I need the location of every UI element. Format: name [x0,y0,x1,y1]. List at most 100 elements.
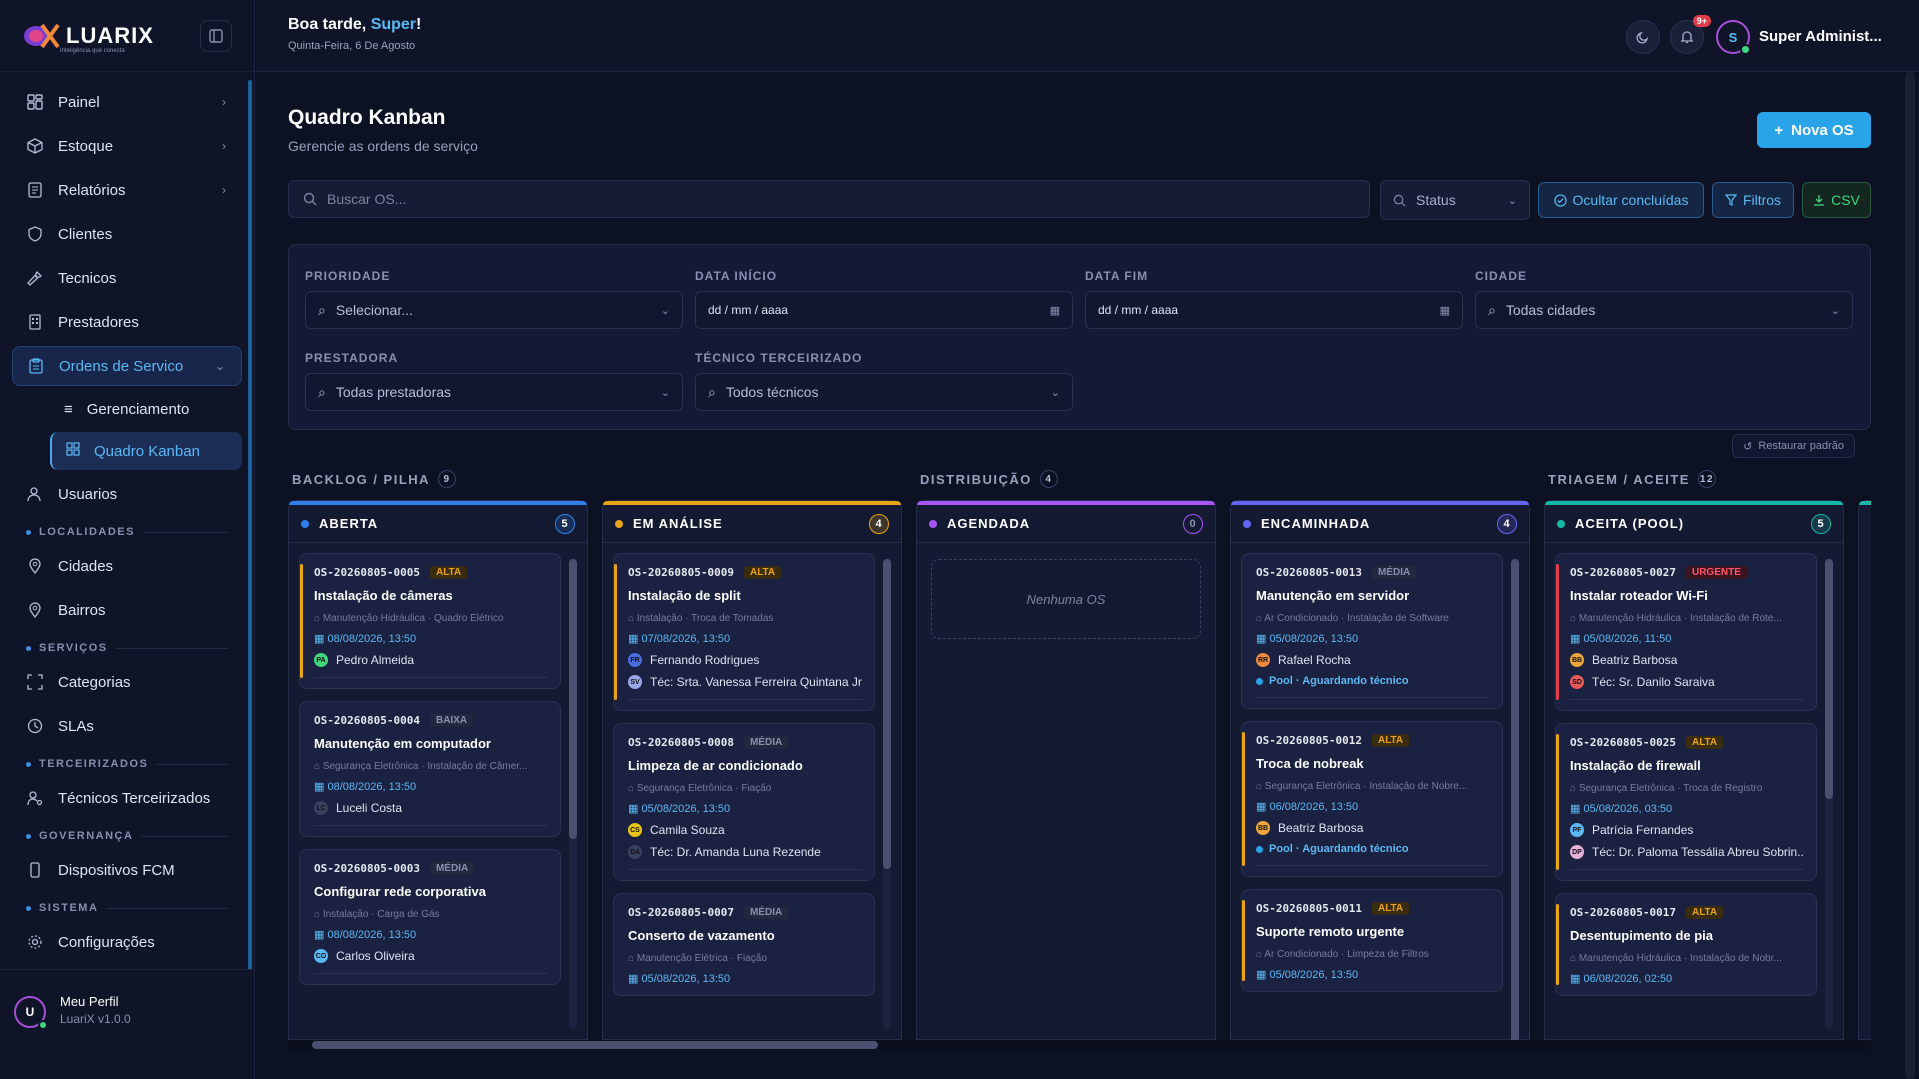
sidebar-subitem-quadro-kanban[interactable]: Quadro Kanban [50,432,242,470]
scrollbar-thumb[interactable] [569,559,577,839]
column-status-dot [929,519,937,528]
client-avatar: CS [628,823,642,837]
notifications-button[interactable]: 9+ [1670,15,1711,54]
sidebar-item-painel[interactable]: Painel › [12,82,242,122]
sidebar-item-cidades[interactable]: Cidades [12,546,242,586]
sidebar-item-usuarios[interactable]: Usuarios [12,474,242,514]
hide-completed-toggle[interactable]: Ocultar concluídas [1538,182,1704,218]
data-fim-input[interactable]: dd / mm / aaaa ▦ [1085,291,1463,329]
os-card[interactable]: OS-20260805-0008 MÉDIA Limpeza de ar con… [613,723,875,881]
board-horizontal-scrollbar[interactable] [288,1040,1871,1050]
column-scrollbar[interactable] [883,559,891,1029]
priority-badge: MÉDIA [743,736,789,749]
sidebar-item-estoque[interactable]: Estoque › [12,126,242,166]
theme-toggle-button[interactable] [1626,20,1660,54]
calendar-icon[interactable]: ▦ [1050,304,1060,317]
scrollbar-thumb[interactable] [883,559,891,869]
sidebar-item-configuracoes[interactable]: Configurações [12,922,242,962]
os-card[interactable]: OS-20260805-0004 BAIXA Manutenção em com… [299,701,561,837]
kanban-icon [66,442,80,460]
os-card[interactable]: OS-20260805-0005 ALTA Instalação de câme… [299,553,561,689]
kanban-column: ACEITA (POOL) 5 OS-20260805-0027 URGENTE… [1544,500,1844,1040]
restore-default-button[interactable]: ↺ Restaurar padrão [1732,434,1855,458]
os-card[interactable]: OS-20260805-0009 ALTA Instalação de spli… [613,553,875,711]
column-scrollbar[interactable] [569,559,577,1029]
os-title: Manutenção em computador [314,736,491,751]
priority-badge: ALTA [1685,906,1724,919]
prestadora-select[interactable]: ⌕ Todas prestadoras ⌄ [305,373,683,411]
chevron-right-icon: › [222,139,226,153]
user-name[interactable]: Super Administ... [1759,28,1882,45]
sidebar-scrollbar[interactable] [248,80,252,1030]
check-circle-icon [1553,193,1567,207]
scrollbar-thumb[interactable] [1825,559,1833,799]
column-header: ACEITA (POOL) 5 [1545,505,1843,543]
current-date: Quinta-Feira, 6 De Agosto [288,40,416,52]
client-name: Luceli Costa [336,801,403,815]
brain-logo-icon [22,21,60,51]
search-input[interactable] [327,191,1227,207]
sidebar-item-label: Técnicos Terceirizados [58,789,211,807]
os-card[interactable]: OS-20260805-0012 ALTA Troca de nobreak ⌂… [1241,721,1503,877]
os-card[interactable]: OS-20260805-0027 URGENTE Instalar rotead… [1555,553,1817,711]
sidebar-item-prestadores[interactable]: Prestadores [12,302,242,342]
empty-column-placeholder: Nenhuma OS [931,559,1201,639]
scrollbar-thumb[interactable] [312,1041,878,1049]
os-card[interactable]: OS-20260805-0013 MÉDIA Manutenção em ser… [1241,553,1503,709]
priority-badge: ALTA [1371,734,1410,747]
calendar-icon: ▦ [1256,969,1270,981]
page-scrollbar[interactable] [1905,72,1915,1079]
scrollbar-thumb[interactable] [1905,72,1915,1079]
priority-accent-bar [1242,564,1245,698]
sidebar-item-tecnicos-terceirizados[interactable]: Técnicos Terceirizados [12,778,242,818]
column-count: 5 [1811,513,1831,534]
sidebar-item-slas[interactable]: SLAs [12,706,242,746]
profile-section[interactable]: U Meu Perfil LuariX v1.0.0 [0,969,254,1079]
sidebar-subitem-gerenciamento[interactable]: ≡ Gerenciamento [50,390,242,428]
sidebar-item-bairros[interactable]: Bairros [12,590,242,630]
data-inicio-input[interactable]: dd / mm / aaaa ▦ [695,291,1073,329]
logo-tagline: Inteligência que conecta [60,48,125,54]
sidebar-item-clientes[interactable]: Clientes [12,214,242,254]
search-bar[interactable] [288,180,1370,218]
priority-accent-bar [614,564,617,700]
sidebar-item-tecnicos[interactable]: Tecnicos [12,258,242,298]
collapse-sidebar-button[interactable] [200,19,232,52]
sidebar-item-dispositivos-fcm[interactable]: Dispositivos FCM [12,850,242,890]
os-card[interactable]: OS-20260805-0003 MÉDIA Configurar rede c… [299,849,561,985]
filter-label-prioridade: PRIORIDADE [305,269,391,283]
app-logo[interactable]: LUARIX [22,21,154,51]
filters-button[interactable]: Filtros [1712,182,1794,218]
sidebar-item-relatorios[interactable]: Relatórios › [12,170,242,210]
cidade-select[interactable]: ⌕ Todas cidades ⌄ [1475,291,1853,329]
os-tags: ⌂ Instalação · Troca de Tomadas [628,613,774,624]
client-name: Pedro Almeida [336,653,415,667]
client-name: Carlos Oliveira [336,949,415,963]
os-id: OS-20260805-0013 [1256,566,1362,579]
client-name: Beatriz Barbosa [1592,653,1678,667]
shield-icon [26,225,44,243]
sidebar-subitem-label: Quadro Kanban [94,442,200,460]
column-scrollbar[interactable] [1825,559,1833,1029]
os-tags: ⌂ Segurança Eletrônica · Instalação de N… [1256,781,1468,792]
new-os-button[interactable]: + Nova OS [1757,112,1871,148]
os-card[interactable]: OS-20260805-0007 MÉDIA Conserto de vazam… [613,893,875,996]
scrollbar-thumb[interactable] [1511,559,1519,1040]
os-tags: ⌂ Manutenção Elétrica · Fiação [628,953,767,964]
calendar-icon[interactable]: ▦ [1440,304,1450,317]
os-card[interactable]: OS-20260805-0011 ALTA Suporte remoto urg… [1241,889,1503,992]
os-card[interactable]: OS-20260805-0017 ALTA Desentupimento de … [1555,893,1817,996]
os-id-row: OS-20260805-0004 BAIXA [314,714,548,727]
sidebar-item-ordens-servico[interactable]: Ordens de Servico ⌄ [12,346,242,386]
prioridade-select[interactable]: ⌕ Selecionar... ⌄ [305,291,683,329]
sidebar-item-categorias[interactable]: Categorias [12,662,242,702]
column-scrollbar[interactable] [1511,559,1519,1040]
csv-export-button[interactable]: CSV [1802,182,1871,218]
status-select[interactable]: Status ⌄ [1380,180,1530,220]
tecnico-select[interactable]: ⌕ Todos técnicos ⌄ [695,373,1073,411]
column-status-dot [615,519,623,528]
os-card[interactable]: OS-20260805-0025 ALTA Instalação de fire… [1555,723,1817,881]
os-tags: ⌂ Ar Condicionado · Limpeza de Filtros [1256,949,1429,960]
chevron-down-icon: ⌄ [660,304,670,317]
os-tags: ⌂ Ar Condicionado · Instalação de Softwa… [1256,613,1449,624]
